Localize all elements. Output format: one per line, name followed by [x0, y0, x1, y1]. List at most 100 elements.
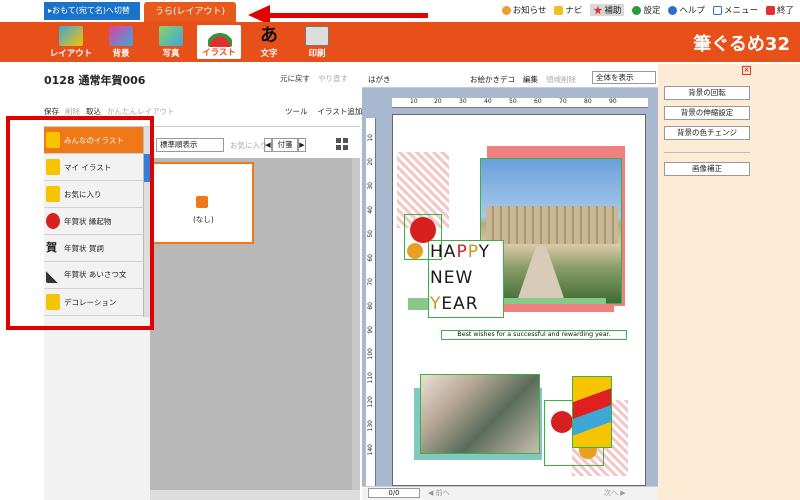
ruler-tick: 50: [367, 230, 374, 238]
close-panel-button[interactable]: ×: [742, 66, 751, 75]
ruler-tick: 100: [367, 348, 374, 360]
tagline-text[interactable]: Best wishes for a successful and rewardi…: [441, 330, 627, 340]
ruler-tick: 30: [459, 98, 467, 105]
watermelon-icon: [208, 27, 232, 47]
help-menu[interactable]: ヘルプ: [668, 4, 705, 16]
hojo-menu[interactable]: 補助: [590, 4, 625, 16]
photo-icon: [159, 26, 183, 46]
group-photo[interactable]: [420, 374, 540, 454]
main-menu[interactable]: メニュー: [712, 4, 758, 16]
ruler-tick: 70: [559, 98, 567, 105]
star-icon: [593, 5, 603, 15]
tag-select[interactable]: 付箋: [272, 138, 298, 152]
prev-tag-button[interactable]: ◀: [264, 138, 272, 152]
zoom-select[interactable]: 全体を表示: [592, 71, 656, 84]
gallery-scrollbar[interactable]: [352, 158, 360, 500]
navi-menu[interactable]: ナビ: [554, 4, 582, 16]
gallery-hscrollbar[interactable]: [150, 490, 360, 500]
red-plum-icon: [410, 217, 436, 243]
paper-type-label: はがき: [368, 75, 391, 84]
none-label: (なし): [193, 215, 214, 224]
grid-view-icon[interactable]: [336, 138, 348, 150]
sort-select[interactable]: 標準順表示: [156, 138, 224, 152]
printer-icon: [305, 26, 329, 46]
exit-menu[interactable]: 終了: [765, 4, 794, 16]
ruler-tick: 80: [367, 302, 374, 310]
print-button[interactable]: 印刷: [294, 24, 340, 60]
gold-plum-icon: [407, 243, 423, 259]
background-color-change-button[interactable]: 背景の色チェンジ: [664, 126, 750, 140]
rotate-background-button[interactable]: 背景の回転: [664, 86, 750, 100]
news-menu[interactable]: お知らせ: [501, 4, 546, 16]
text-button[interactable]: あ 文字: [246, 24, 292, 60]
ruler-tick: 70: [367, 278, 374, 286]
undo-button[interactable]: 元に戻す: [280, 73, 310, 84]
greeting-line-2: NEW: [430, 268, 474, 288]
layout-button[interactable]: レイアウト: [48, 24, 94, 60]
image-correct-button[interactable]: 画像補正: [664, 162, 750, 176]
top-menu: お知らせ ナビ 補助 設定 ヘルプ メニュー 終了: [501, 2, 794, 18]
front-side-tab[interactable]: ▸おもて(宛て名)へ切替: [44, 2, 140, 20]
brand-logo: 筆ぐるめ32: [693, 34, 790, 55]
annotation-highlight-box: [6, 116, 154, 330]
greeting-line-1: HAPPY: [430, 242, 490, 262]
ruler-tick: 130: [367, 420, 374, 432]
top-ruler: 10 20 30 40 50 60 70 80 90: [392, 98, 648, 108]
photo-building: [486, 206, 618, 244]
annotation-arrow-shaft: [268, 13, 428, 18]
background-button[interactable]: 背景: [98, 24, 144, 60]
canvas-menu: お絵かきデコ 編集 領域削除: [470, 74, 576, 85]
ruler-tick: 110: [367, 372, 374, 384]
stretch-background-button[interactable]: 背景の伸縮設定: [664, 106, 750, 120]
deco-button[interactable]: お絵かきデコ: [470, 74, 515, 85]
fan-illust[interactable]: [572, 376, 612, 448]
ruler-tick: 40: [367, 206, 374, 214]
left-ruler: 10 20 30 40 50 60 70 80 90 100 110 120 1…: [366, 118, 376, 486]
favorites-button[interactable]: お気に入り: [230, 140, 268, 151]
layout-icon: [59, 26, 83, 46]
background-icon: [109, 26, 133, 46]
next-page-button[interactable]: 次へ ▶: [604, 488, 626, 498]
settings-menu[interactable]: 設定: [632, 4, 660, 16]
ruler-tick: 50: [509, 98, 517, 105]
ruler-tick: 60: [367, 254, 374, 262]
navi-icon: [554, 5, 564, 15]
document-title: 0128 通常年賀006: [44, 74, 146, 87]
greeting-line-3: YEAR: [430, 294, 479, 314]
help-icon: [668, 5, 678, 15]
none-illust-icon: [196, 196, 208, 208]
ruler-tick: 40: [484, 98, 492, 105]
ruler-tick: 140: [367, 444, 374, 456]
bell-icon: [501, 5, 511, 15]
add-illust-button[interactable]: イラスト追加: [318, 106, 363, 117]
ruler-tick: 30: [367, 182, 374, 190]
area-delete-button[interactable]: 領域削除: [546, 74, 576, 85]
page-indicator: 0/0: [368, 488, 420, 498]
back-side-tab[interactable]: うら(レイアウト): [144, 2, 236, 22]
red-plum-icon: [551, 411, 573, 433]
redo-button[interactable]: やり直す: [318, 73, 348, 84]
ruler-tick: 80: [584, 98, 592, 105]
photo-button[interactable]: 写真: [148, 24, 194, 60]
tool-menu[interactable]: ツール: [285, 106, 308, 117]
next-tag-button[interactable]: ▶: [298, 138, 306, 152]
menu-icon: [712, 5, 722, 15]
prev-page-button[interactable]: ◀ 前へ: [428, 488, 450, 498]
tool-bar-right: ツール イラスト追加: [285, 106, 362, 117]
divider: [664, 152, 750, 153]
ruler-tick: 60: [534, 98, 542, 105]
gear-icon: [632, 5, 642, 15]
text-icon: あ: [260, 25, 278, 46]
main-toolbar: レイアウト 背景 写真 イラスト あ 文字 印刷 筆ぐるめ32: [0, 22, 800, 62]
ruler-tick: 120: [367, 396, 374, 408]
edit-menu[interactable]: 編集: [523, 74, 538, 85]
ruler-tick: 20: [434, 98, 442, 105]
ruler-tick: 90: [609, 98, 617, 105]
category-list-empty: [44, 317, 150, 500]
ruler-tick: 90: [367, 326, 374, 334]
illust-button[interactable]: イラスト: [196, 24, 242, 60]
ruler-tick: 10: [410, 98, 418, 105]
ruler-tick: 10: [367, 134, 374, 142]
ruler-tick: 20: [367, 158, 374, 166]
close-icon: [765, 5, 775, 15]
